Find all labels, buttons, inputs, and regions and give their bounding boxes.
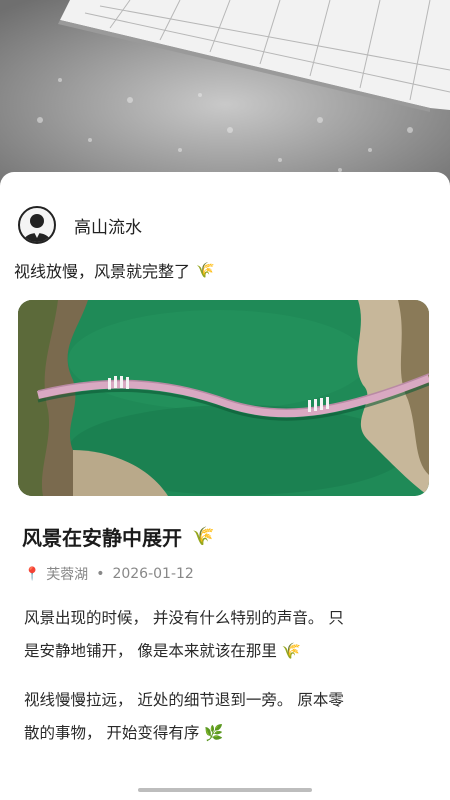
paragraph-line-text: 散的事物， 开始变得有序 (24, 724, 200, 742)
location-label[interactable]: 芙蓉湖 (46, 564, 88, 584)
article-paragraph: 风景出现的时候， 并没有什么特别的声音。 只 是安静地铺开， 像是本来就该在那里… (24, 602, 434, 668)
wheat-icon: 🌾 (281, 642, 302, 660)
paragraph-line: 风景出现的时候， 并没有什么特别的声音。 只 (24, 609, 344, 627)
paragraph-line: 视线慢慢拉远， 近处的细节退到一旁。 原本零 (24, 691, 344, 709)
article-paragraph: 视线慢慢拉远， 近处的细节退到一旁。 原本零 散的事物， 开始变得有序 🌿 (24, 684, 434, 750)
wheat-icon: 🌾 (196, 261, 215, 279)
location-pin-icon: 📍 (24, 566, 41, 582)
post-card: 高山流水 视线放慢，风景就完整了 🌾 风景在安静中展开 🌾 📍 芙蓉湖 • 20… (0, 172, 450, 800)
author-name[interactable]: 高山流水 (74, 213, 142, 238)
wheat-icon: 🌾 (192, 526, 215, 547)
person-avatar-icon[interactable] (18, 206, 56, 244)
hero-image[interactable] (0, 0, 450, 190)
herb-icon: 🌿 (204, 724, 224, 742)
article-title-text: 风景在安静中展开 (22, 526, 182, 550)
author-row[interactable]: 高山流水 (18, 206, 142, 244)
paragraph-line: 是安静地铺开， 像是本来就该在那里 🌾 (24, 635, 434, 668)
home-indicator[interactable] (138, 788, 312, 792)
lake-bridge-photo[interactable] (18, 300, 429, 496)
post-detail-page: 高山流水 视线放慢，风景就完整了 🌾 风景在安静中展开 🌾 📍 芙蓉湖 • 20… (0, 0, 450, 800)
article-title: 风景在安静中展开 🌾 (22, 522, 214, 551)
post-date: 2026-01-12 (112, 566, 194, 582)
caption-text: 视线放慢，风景就完整了 (14, 262, 191, 281)
meta-separator: • (96, 566, 105, 582)
article-meta: 📍 芙蓉湖 • 2026-01-12 (24, 564, 194, 584)
paragraph-line: 散的事物， 开始变得有序 🌿 (24, 717, 434, 750)
post-caption: 视线放慢，风景就完整了 🌾 (14, 258, 215, 282)
paragraph-line-text: 是安静地铺开， 像是本来就该在那里 (24, 642, 277, 660)
